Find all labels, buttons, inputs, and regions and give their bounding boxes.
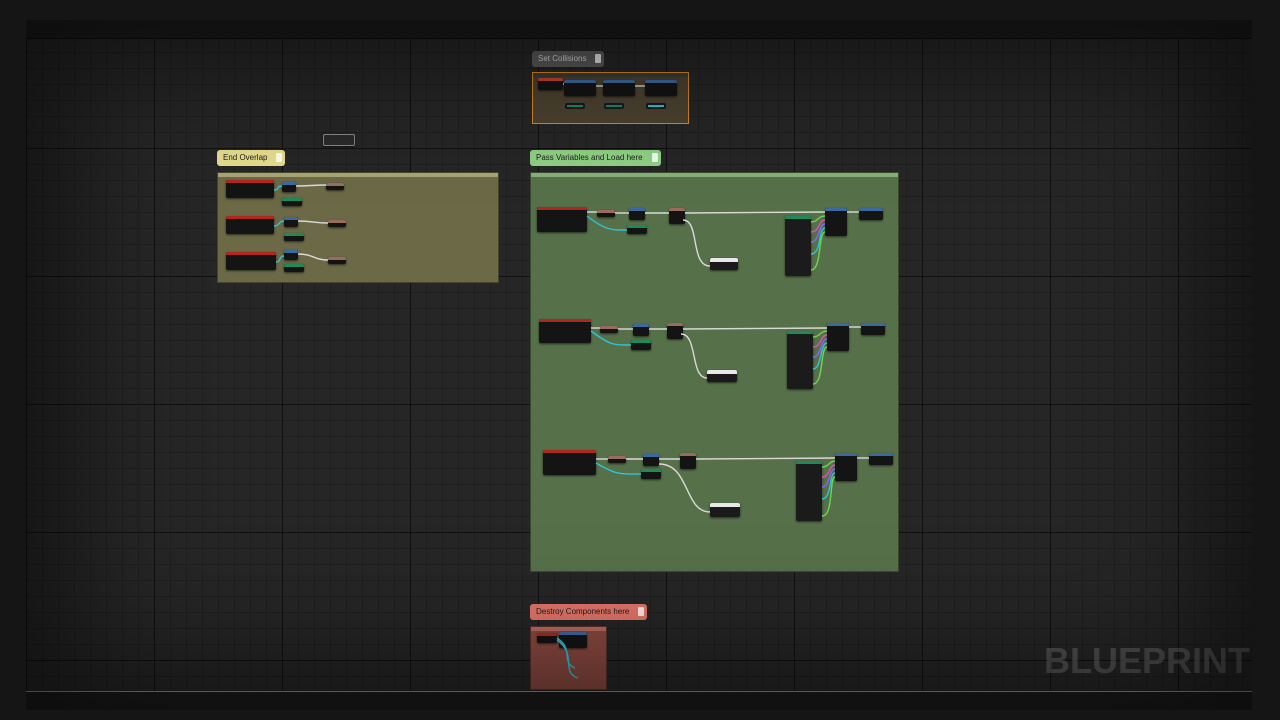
pin-icon[interactable]: [651, 153, 658, 162]
spawn-node[interactable]: [827, 323, 849, 351]
cast-node[interactable]: [284, 217, 298, 227]
event-node[interactable]: [537, 207, 587, 232]
function-node[interactable]: [600, 326, 618, 333]
set-node[interactable]: [861, 323, 885, 335]
blueprint-node[interactable]: [538, 78, 563, 90]
pin-icon[interactable]: [276, 153, 283, 162]
event-node[interactable]: [226, 252, 276, 270]
enum-node[interactable]: [645, 102, 667, 110]
enum-node[interactable]: [603, 102, 625, 110]
comment-label: End Overlap: [223, 153, 268, 162]
variable-node[interactable]: [282, 198, 302, 206]
blueprint-node[interactable]: [603, 80, 635, 96]
function-node[interactable]: [608, 456, 626, 463]
event-node[interactable]: [226, 216, 274, 234]
cast-node[interactable]: [629, 208, 645, 220]
spawn-node[interactable]: [825, 208, 847, 236]
literal-node[interactable]: [710, 258, 738, 270]
branch-node[interactable]: [680, 453, 696, 469]
set-node[interactable]: [869, 453, 893, 465]
blueprint-node[interactable]: [564, 80, 596, 96]
cast-node[interactable]: [282, 182, 296, 192]
variable-node[interactable]: [284, 233, 304, 241]
graph-bottom-bar: [26, 691, 1252, 710]
blueprint-watermark: BLUEPRINT: [1044, 640, 1250, 681]
set-node[interactable]: [859, 208, 883, 220]
variable-node[interactable]: [631, 340, 651, 350]
event-node[interactable]: [226, 180, 274, 198]
graph-top-bar: [26, 20, 1252, 39]
comment-label: Pass Variables and Load here: [536, 153, 643, 162]
cast-node[interactable]: [284, 250, 298, 260]
branch-node[interactable]: [667, 323, 683, 339]
function-node[interactable]: [559, 632, 587, 648]
literal-node[interactable]: [707, 370, 737, 382]
comment-title-destroy-components[interactable]: Destroy Components here: [530, 604, 648, 620]
variable-node[interactable]: [284, 264, 304, 272]
make-struct-node[interactable]: [785, 216, 811, 276]
comment-label: Destroy Components here: [536, 607, 630, 616]
make-struct-node[interactable]: [796, 461, 822, 521]
reroute-node[interactable]: [323, 134, 355, 146]
function-node[interactable]: [326, 183, 344, 190]
blueprint-node[interactable]: [645, 80, 677, 96]
event-node[interactable]: [537, 633, 557, 643]
comment-title-pass-variables[interactable]: Pass Variables and Load here: [530, 150, 661, 166]
variable-node[interactable]: [641, 469, 661, 479]
enum-node[interactable]: [564, 102, 586, 110]
comment-label: Set Collisions: [538, 54, 587, 63]
function-node[interactable]: [328, 257, 346, 264]
comment-title-end-overlap[interactable]: End Overlap: [217, 150, 286, 166]
make-struct-node[interactable]: [787, 331, 813, 389]
literal-node[interactable]: [710, 503, 740, 517]
comment-title-set-collisions[interactable]: Set Collisions: [532, 51, 605, 67]
pin-icon[interactable]: [638, 607, 645, 616]
cast-node[interactable]: [643, 454, 659, 466]
variable-node[interactable]: [627, 225, 647, 234]
spawn-node[interactable]: [835, 453, 857, 481]
event-node[interactable]: [539, 319, 591, 343]
cast-node[interactable]: [633, 324, 649, 336]
function-node[interactable]: [597, 210, 615, 217]
branch-node[interactable]: [669, 208, 685, 224]
event-node[interactable]: [543, 450, 596, 475]
pin-icon[interactable]: [595, 54, 602, 63]
function-node[interactable]: [328, 220, 346, 227]
